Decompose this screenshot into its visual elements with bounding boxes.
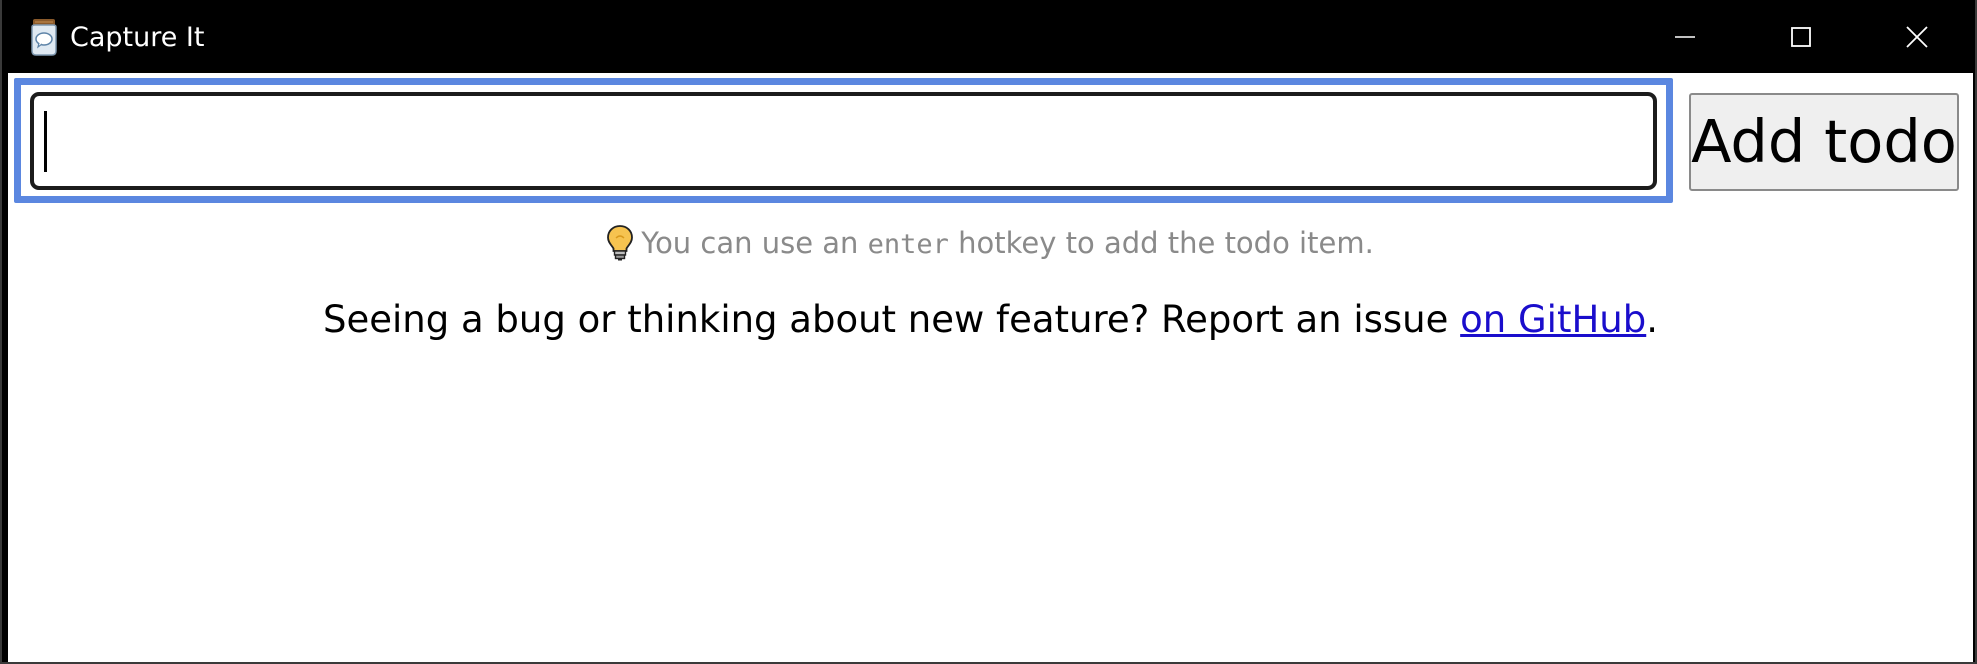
report-issue-text: Seeing a bug or thinking about new featu…	[8, 295, 1973, 345]
minimize-button[interactable]	[1627, 0, 1743, 73]
close-icon	[1905, 25, 1929, 49]
report-text: Seeing a bug or thinking about new featu…	[322, 298, 1449, 341]
hint-hotkey: enter	[867, 229, 949, 260]
minimize-icon	[1674, 26, 1696, 48]
app-content: Add todo You can use an enter hotkey to …	[8, 73, 1973, 662]
todo-input[interactable]	[30, 92, 1657, 190]
hint-suffix: hotkey to add the todo item.	[958, 226, 1374, 260]
lightbulb-icon	[607, 223, 634, 263]
close-button[interactable]	[1859, 0, 1975, 73]
window-title: Capture It	[70, 22, 205, 53]
github-link[interactable]: on GitHub	[1460, 298, 1646, 341]
add-todo-button[interactable]: Add todo	[1689, 93, 1959, 191]
hint-prefix: You can use an	[641, 226, 859, 260]
report-trailing: .	[1646, 298, 1658, 341]
jar-app-icon	[29, 18, 59, 56]
hotkey-hint: You can use an enter hotkey to add the t…	[8, 223, 1973, 265]
title-bar[interactable]: Capture It	[2, 0, 1975, 73]
app-window: Capture It Add todo You can use an enter…	[0, 0, 1977, 664]
maximize-button[interactable]	[1743, 0, 1859, 73]
text-caret	[44, 111, 47, 172]
maximize-icon	[1790, 26, 1812, 48]
